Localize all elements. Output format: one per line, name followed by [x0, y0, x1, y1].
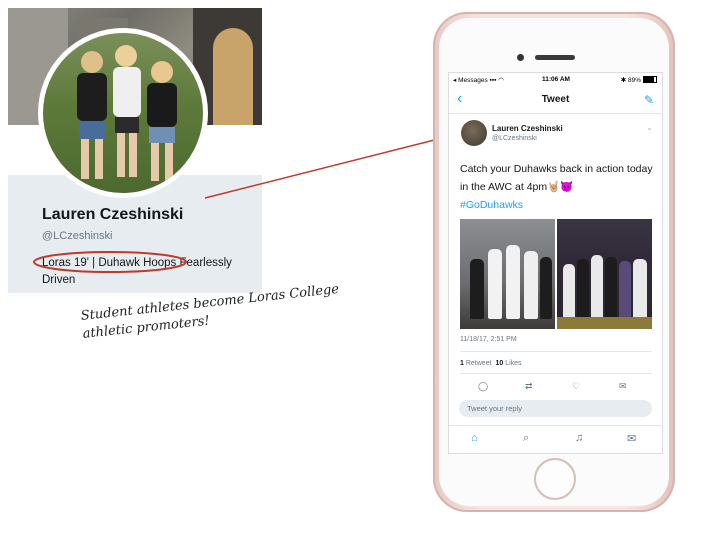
- retweet-icon[interactable]: ⇄: [525, 381, 533, 392]
- notifications-icon[interactable]: ♫: [575, 432, 583, 444]
- chevron-down-icon[interactable]: ⌄: [646, 123, 653, 132]
- compose-icon[interactable]: ✎: [644, 93, 654, 107]
- tweet-author-name[interactable]: Lauren Czeshinski: [492, 124, 563, 133]
- tab-bar: ⌂ ⌕ ♫ ✉: [449, 425, 662, 453]
- reply-input[interactable]: Tweet your reply: [459, 400, 652, 417]
- retweets-label: Retweet: [465, 360, 492, 367]
- tweet-text: Catch your Duhawks back in action today …: [460, 160, 655, 214]
- message-icon[interactable]: ✉: [619, 381, 627, 392]
- dm-icon[interactable]: ✉: [627, 432, 636, 445]
- like-icon[interactable]: ♡: [572, 381, 580, 392]
- tweet-actions: ◯ ⇄ ♡ ✉: [449, 381, 662, 395]
- tweet-timestamp: 11/18/17, 2:51 PM: [460, 336, 517, 343]
- earpiece-speaker: [535, 55, 575, 60]
- profile-name: Lauren Czeshinski: [42, 206, 184, 223]
- profile-card: Lauren Czeshinski @LCzeshinski Loras 19'…: [8, 8, 262, 293]
- status-time: 11:06 AM: [542, 76, 570, 83]
- likes-count: 10: [495, 360, 504, 367]
- search-icon[interactable]: ⌕: [523, 432, 529, 445]
- tweet-navbar: ‹ Tweet ✎: [449, 87, 662, 114]
- phone-screen: ◂ Messages ▪▪▪ ◠ 11:06 AM ✱ 89% ‹ Tweet …: [448, 72, 663, 454]
- front-camera: [517, 54, 524, 61]
- status-battery: ✱ 89%: [621, 76, 657, 84]
- retweets-count: 1: [460, 360, 464, 367]
- profile-bio: Loras 19' | Duhawk Hoops Fearlessly Driv…: [42, 257, 232, 286]
- status-bar: ◂ Messages ▪▪▪ ◠ 11:06 AM ✱ 89%: [449, 73, 662, 87]
- tweet-photo-2[interactable]: [557, 219, 652, 329]
- tweet-hashtag[interactable]: #GoDuhawks: [460, 199, 523, 211]
- nav-title: Tweet: [541, 94, 570, 105]
- home-icon[interactable]: ⌂: [471, 432, 478, 444]
- reply-icon[interactable]: ◯: [478, 381, 488, 392]
- battery-icon: [643, 76, 657, 83]
- profile-handle[interactable]: @LCzeshinski: [42, 230, 112, 242]
- status-carrier: ◂ Messages ▪▪▪ ◠: [453, 77, 504, 84]
- home-button[interactable]: [534, 458, 576, 500]
- tweet-stats[interactable]: 1 Retweet 10 Likes: [460, 360, 522, 367]
- divider: [460, 351, 652, 352]
- divider: [460, 373, 652, 374]
- tweet-emoji: 🤘🏼😈: [547, 181, 574, 193]
- profile-avatar[interactable]: [38, 28, 208, 198]
- likes-label: Likes: [505, 360, 522, 367]
- tweet-author-avatar[interactable]: [461, 120, 487, 146]
- tweet-author-handle[interactable]: @LCzeshinski: [492, 135, 537, 142]
- tweet-photo-1[interactable]: [460, 219, 555, 329]
